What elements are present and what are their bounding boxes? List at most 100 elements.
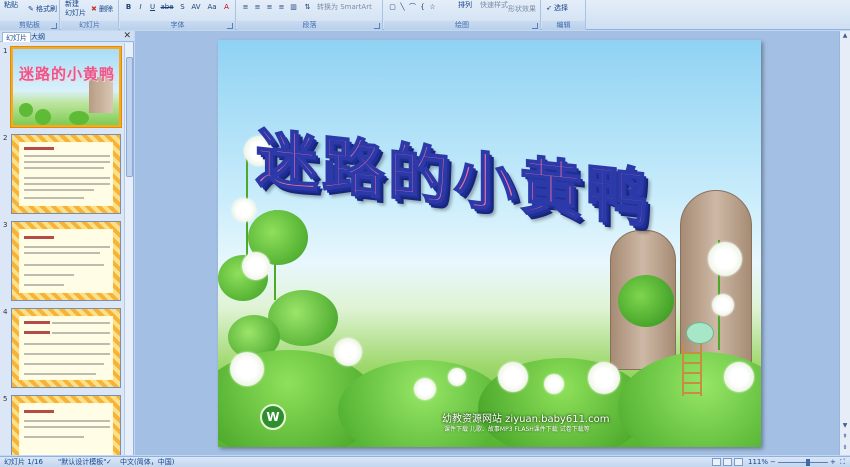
- clover-image: [618, 275, 674, 327]
- shape-star-icon[interactable]: ☆: [428, 3, 437, 12]
- flower-image: [232, 198, 256, 222]
- convert-smartart-button[interactable]: 转换为 SmartArt: [317, 3, 372, 12]
- change-case-button[interactable]: Aa: [206, 3, 218, 12]
- text-line: [24, 236, 54, 239]
- slide-scrollbar[interactable]: ▲ ▼ ⇞ ⇟: [839, 31, 850, 455]
- next-slide-icon[interactable]: ⇟: [841, 444, 849, 453]
- shape-line-icon[interactable]: ╲: [398, 3, 407, 12]
- scroll-down-icon[interactable]: ▼: [841, 422, 849, 431]
- spellcheck-icon[interactable]: ✓: [106, 457, 112, 467]
- slide-thumbnail-4[interactable]: [11, 308, 121, 388]
- font-color-button[interactable]: A: [222, 3, 231, 12]
- paragraph-launcher-icon[interactable]: [374, 23, 380, 29]
- zoom-out-icon[interactable]: −: [770, 457, 776, 467]
- current-slide[interactable]: 迷路的小黄鸭 W 幼教资源网站 ziyuan.baby611.com 课件下载 …: [218, 40, 761, 447]
- flower-image: [414, 378, 436, 400]
- italic-button[interactable]: I: [136, 3, 145, 12]
- ladder-image: [682, 344, 702, 396]
- shadow-button[interactable]: S: [178, 3, 187, 12]
- text-line: [24, 264, 104, 266]
- arrange-button[interactable]: 排列: [458, 1, 472, 10]
- language-indicator[interactable]: 中文(简体，中国): [120, 457, 174, 467]
- zoom-slider-track[interactable]: [778, 462, 828, 463]
- zoom-slider-handle[interactable]: [806, 459, 810, 466]
- fit-window-icon[interactable]: ⛶: [840, 457, 845, 467]
- slide-thumbnail-3[interactable]: [11, 221, 121, 301]
- thumbnail-content: [20, 317, 112, 379]
- shape-rect-icon[interactable]: ▢: [388, 3, 397, 12]
- new-slide-label-1: 新建: [65, 0, 79, 8]
- pane-tabs: 幻灯片 大纲 ✕: [0, 31, 134, 42]
- select-label: 选择: [554, 4, 568, 12]
- flower-image: [448, 368, 466, 386]
- text-line: [24, 183, 110, 185]
- slide-thumbnail-2[interactable]: [11, 134, 121, 214]
- underline-button[interactable]: U: [148, 3, 157, 12]
- thumbnail-list: 1 迷路的小黄鸭 2 3 4 5: [0, 43, 124, 455]
- previous-slide-icon[interactable]: ⇞: [841, 433, 849, 442]
- delete-label: 删除: [99, 5, 113, 13]
- slideshow-view-icon[interactable]: [734, 458, 743, 466]
- quick-styles-button[interactable]: 快速样式: [480, 1, 508, 10]
- font-group: B I U abe S AV Aa A 字体: [120, 0, 236, 30]
- shape-effects-button[interactable]: 形状效果: [508, 5, 536, 14]
- text-line: [24, 331, 50, 334]
- clover-image: [19, 103, 33, 117]
- text-line: [24, 167, 104, 169]
- scrollbar-thumb[interactable]: [126, 57, 133, 177]
- tab-slides[interactable]: 幻灯片: [2, 32, 31, 42]
- drawing-launcher-icon[interactable]: [532, 23, 538, 29]
- thumbnail-scrollbar[interactable]: [124, 43, 133, 455]
- flower-image: [588, 362, 620, 394]
- ribbon: 粘贴 ✎ 格式刷 剪贴板 新建 幻灯片 ✖ 删除 幻灯片 B I U abe S A…: [0, 0, 850, 30]
- thumbnail-number: 1: [3, 47, 8, 55]
- thumbnail-number: 5: [3, 395, 8, 403]
- columns-icon[interactable]: ▥: [289, 3, 298, 12]
- drawing-group: ▢ ╲ ⌒ { ☆ 排列 快速样式 形状效果 绘图: [384, 0, 541, 30]
- new-slide-label-2: 幻灯片: [65, 9, 86, 17]
- strikethrough-button[interactable]: abe: [160, 3, 174, 12]
- flower-image: [708, 242, 742, 276]
- zoom-in-icon[interactable]: +: [830, 457, 836, 467]
- normal-view-icon[interactable]: [712, 458, 721, 466]
- shape-brace-icon[interactable]: {: [418, 3, 427, 12]
- text-line: [24, 436, 84, 438]
- text-line: [24, 155, 110, 157]
- zoom-level[interactable]: 111%: [748, 457, 768, 467]
- tab-outline[interactable]: 大纲: [28, 32, 48, 42]
- slides-group: 新建 幻灯片 ✖ 删除 幻灯片: [61, 0, 119, 30]
- paste-button[interactable]: 粘贴: [4, 1, 18, 10]
- select-button[interactable]: ➶ 选择: [546, 4, 568, 13]
- align-left-icon[interactable]: ≡: [241, 3, 250, 12]
- site-logo: W: [260, 404, 286, 430]
- justify-icon[interactable]: ≡: [277, 3, 286, 12]
- bold-button[interactable]: B: [124, 3, 133, 12]
- slide-sorter-view-icon[interactable]: [723, 458, 732, 466]
- paragraph-group: ≡ ≡ ≡ ≡ ▥ ⇅ 转换为 SmartArt 段落: [237, 0, 383, 30]
- shape-arrow-icon[interactable]: ⌒: [408, 3, 417, 12]
- thumbnail-content: [20, 404, 112, 455]
- text-direction-icon[interactable]: ⇅: [303, 3, 312, 12]
- close-icon[interactable]: ✕: [123, 31, 131, 41]
- new-slide-button[interactable]: 新建 幻灯片: [65, 0, 86, 18]
- text-line: [24, 189, 94, 191]
- theme-name[interactable]: "默认设计模板": [58, 457, 106, 467]
- scroll-up-icon[interactable]: ▲: [841, 32, 849, 41]
- text-line: [24, 274, 74, 276]
- slide-title[interactable]: 迷路的小黄鸭: [255, 107, 653, 239]
- delete-slide-button[interactable]: ✖ 删除: [91, 5, 113, 14]
- slide-thumbnail-1[interactable]: 迷路的小黄鸭: [11, 47, 121, 127]
- text-line: [24, 246, 110, 248]
- editing-group-label: 编辑: [542, 21, 585, 30]
- align-right-icon[interactable]: ≡: [265, 3, 274, 12]
- format-painter-button[interactable]: ✎ 格式刷: [28, 5, 57, 14]
- char-spacing-button[interactable]: AV: [190, 3, 202, 12]
- thumbnail-number: 4: [3, 308, 8, 316]
- slides-group-label: 幻灯片: [61, 21, 118, 30]
- font-launcher-icon[interactable]: [227, 23, 233, 29]
- clipboard-launcher-icon[interactable]: [51, 23, 57, 29]
- text-line: [24, 353, 110, 355]
- align-center-icon[interactable]: ≡: [253, 3, 262, 12]
- clover-image: [35, 109, 51, 125]
- slide-thumbnail-5[interactable]: [11, 395, 121, 455]
